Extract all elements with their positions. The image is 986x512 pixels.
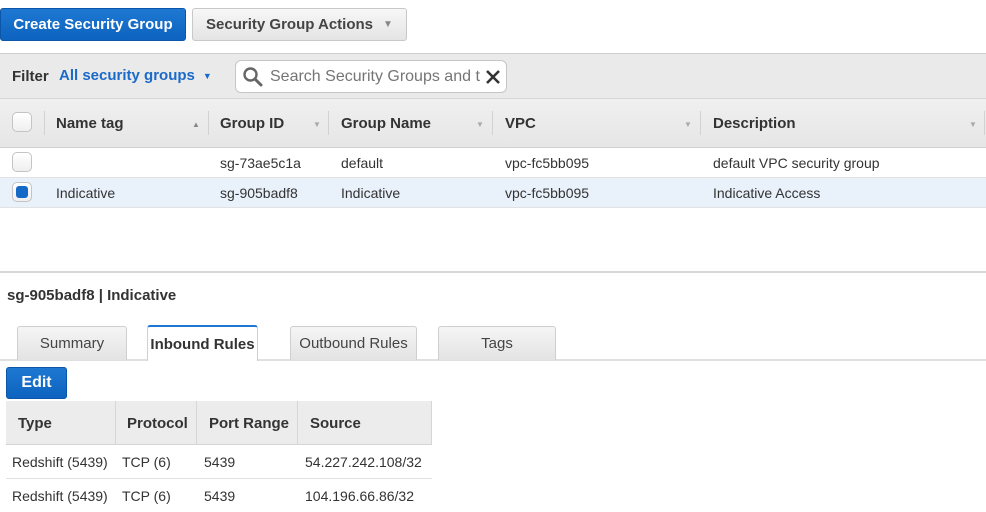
column-divider	[431, 401, 432, 445]
search-box[interactable]	[235, 60, 507, 93]
rules-column-protocol: Protocol	[127, 415, 188, 432]
description-cell: Indicative Access	[713, 185, 821, 201]
column-header-group-name[interactable]: Group Name	[341, 99, 431, 147]
rules-column-type: Type	[18, 415, 52, 432]
rule-type: Redshift (5439)	[12, 453, 108, 470]
group-name-cell: default	[341, 155, 384, 171]
column-header-group-id[interactable]: Group ID	[220, 99, 284, 147]
sort-ascending-icon: ▲	[192, 120, 200, 129]
tab-label: Outbound Rules	[299, 335, 408, 352]
filter-label: Filter	[12, 68, 49, 85]
close-icon[interactable]	[484, 68, 502, 86]
column-label: VPC	[505, 114, 536, 132]
rules-column-port-range: Port Range	[209, 415, 290, 432]
search-input[interactable]	[268, 66, 482, 87]
tab-inbound-rules[interactable]: Inbound Rules	[147, 325, 258, 361]
create-security-group-button[interactable]: Create Security Group	[0, 8, 186, 41]
rule-row: Redshift (5439) TCP (6) 5439 54.227.242.…	[6, 445, 432, 479]
group-id-cell: sg-905badf8	[220, 185, 298, 201]
tab-tags[interactable]: Tags	[438, 326, 556, 360]
rule-row: Redshift (5439) TCP (6) 5439 104.196.66.…	[6, 479, 432, 512]
rule-port-range: 5439	[204, 453, 236, 470]
rule-protocol: TCP (6)	[122, 487, 171, 504]
row-checkbox-checked[interactable]	[12, 182, 32, 202]
security-group-actions-button[interactable]: Security Group Actions ▼	[192, 8, 407, 41]
tab-label: Summary	[39, 335, 105, 352]
search-icon	[242, 66, 264, 88]
description-cell: default VPC security group	[713, 155, 880, 171]
column-header-description[interactable]: Description	[713, 99, 796, 147]
row-checkbox[interactable]	[12, 152, 32, 172]
column-divider	[297, 401, 298, 445]
edit-label: Edit	[21, 374, 52, 391]
tab-label: Tags	[481, 335, 513, 352]
vpc-cell: vpc-fc5bb095	[505, 185, 590, 201]
sort-icon: ▼	[969, 120, 977, 129]
name-tag-cell: Indicative	[56, 185, 116, 201]
edit-button[interactable]: Edit	[6, 367, 67, 399]
rule-port-range: 5439	[204, 487, 236, 504]
create-security-group-label: Create Security Group	[13, 16, 173, 33]
rule-protocol: TCP (6)	[122, 453, 171, 470]
detail-title: sg-905badf8 | Indicative	[7, 287, 177, 304]
column-label: Group Name	[341, 114, 432, 132]
chevron-down-icon: ▼	[383, 19, 393, 30]
column-divider	[196, 401, 197, 445]
tab-summary[interactable]: Summary	[17, 326, 127, 360]
column-header-name-tag[interactable]: Name tag	[56, 99, 124, 147]
column-label: Group ID	[220, 114, 285, 132]
column-header-vpc[interactable]: VPC	[505, 99, 536, 147]
rule-source: 104.196.66.86/32	[305, 487, 414, 504]
vpc-cell: vpc-fc5bb095	[505, 155, 590, 171]
select-all-checkbox[interactable]	[12, 112, 32, 132]
security-group-actions-label: Security Group Actions	[206, 16, 374, 33]
filter-dropdown-value: All security groups	[59, 67, 195, 84]
rule-type: Redshift (5439)	[12, 487, 108, 504]
table-row-selected[interactable]: Indicative sg-905badf8 Indicative vpc-fc…	[0, 178, 986, 208]
group-name-cell: Indicative	[341, 185, 401, 201]
rules-column-source: Source	[310, 415, 361, 432]
tab-outbound-rules[interactable]: Outbound Rules	[290, 326, 417, 360]
column-divider	[115, 401, 116, 445]
sort-icon: ▼	[476, 120, 484, 129]
filter-dropdown[interactable]: All security groups ▼	[59, 67, 212, 84]
tab-label: Inbound Rules	[150, 335, 255, 353]
table-row[interactable]: sg-73ae5c1a default vpc-fc5bb095 default…	[0, 148, 986, 178]
sort-icon: ▼	[313, 120, 321, 129]
column-label: Description	[713, 114, 796, 132]
rule-source: 54.227.242.108/32	[305, 453, 422, 470]
chevron-down-icon: ▼	[202, 70, 212, 81]
column-label: Name tag	[56, 114, 124, 132]
pane-splitter[interactable]	[0, 271, 986, 273]
sort-icon: ▼	[684, 120, 692, 129]
security-groups-table-header: Name tag ▲ Group ID ▼ Group Name ▼ VPC ▼…	[0, 99, 986, 148]
group-id-cell: sg-73ae5c1a	[220, 155, 301, 171]
